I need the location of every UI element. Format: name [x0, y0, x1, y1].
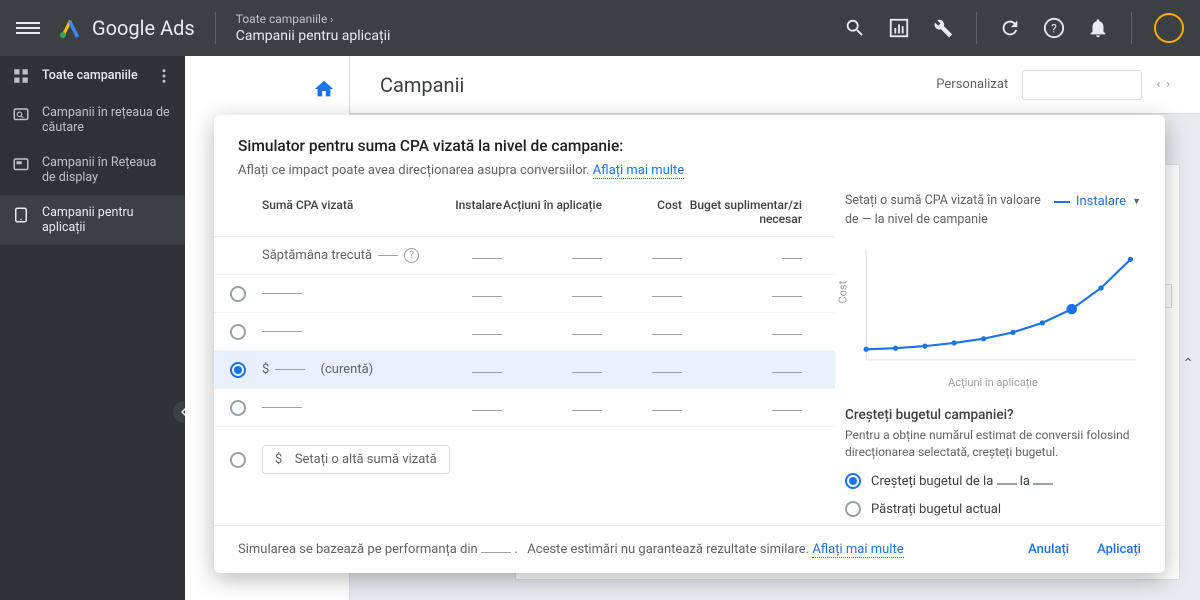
col-installs: Instalare: [422, 198, 502, 226]
radio-option[interactable]: [230, 286, 246, 302]
refresh-icon[interactable]: [999, 17, 1021, 39]
table-row-current[interactable]: $ (curentă): [214, 351, 835, 389]
table-row-custom[interactable]: $ Setați o altă sumă vizată: [214, 427, 835, 488]
help-icon[interactable]: ?: [1043, 17, 1065, 39]
display-network-icon: [12, 156, 30, 174]
set-other-target-button[interactable]: $ Setați o altă sumă vizată: [262, 445, 450, 474]
brand-text: Google Ads: [92, 16, 195, 40]
modal-footer: Simularea se bazează pe performanța din …: [214, 525, 1165, 573]
search-network-icon: [12, 106, 30, 124]
divider: [1131, 12, 1132, 44]
table-row[interactable]: [214, 275, 835, 313]
date-preset-label[interactable]: Personalizat: [936, 77, 1008, 92]
col-cost: Cost: [602, 198, 682, 226]
divider: [215, 12, 216, 44]
logo[interactable]: Google Ads: [58, 16, 195, 40]
chart-legend[interactable]: Instalare▼: [1054, 194, 1141, 209]
breadcrumb[interactable]: Toate campaniile › Campanii pentru aplic…: [236, 12, 391, 44]
tools-icon[interactable]: [932, 17, 954, 39]
chevron-up-icon[interactable]: ⌃: [1182, 356, 1194, 372]
sidebar-item-label: Campanii în rețeaua de căutare: [42, 105, 173, 135]
learn-more-link[interactable]: Aflați mai multe: [812, 542, 903, 558]
chart-y-label: Cost: [837, 280, 850, 303]
col-inapp: Acțiuni în aplicație: [502, 198, 602, 226]
help-icon[interactable]: ?: [404, 248, 419, 263]
avatar[interactable]: [1154, 13, 1184, 43]
svg-text:?: ?: [1051, 22, 1057, 36]
breadcrumb-sub[interactable]: Campanii pentru aplicații: [236, 28, 391, 44]
cpa-simulator-modal: Simulator pentru suma CPA vizată la nive…: [214, 115, 1165, 573]
top-bar: Google Ads Toate campaniile › Campanii p…: [0, 0, 1200, 56]
sidebar-item-app[interactable]: Campanii pentru aplicații: [0, 195, 185, 245]
reports-icon[interactable]: [888, 17, 910, 39]
page-title: Campanii: [380, 73, 464, 97]
table-row[interactable]: [214, 389, 835, 427]
page-header: Campanii Personalizat ‹ ›: [350, 56, 1200, 114]
sidebar-item-search[interactable]: Campanii în rețeaua de căutare: [0, 95, 185, 145]
table-row[interactable]: [214, 313, 835, 351]
cancel-button[interactable]: Anulați: [1028, 542, 1069, 557]
chart-x-label: Acțiuni în aplicație: [845, 376, 1141, 389]
table-row-lastweek: Săptămâna trecută ?: [214, 237, 835, 275]
budget-option-increase[interactable]: Creșteți bugetul de la la: [845, 473, 1141, 489]
more-icon[interactable]: [155, 67, 173, 85]
budget-option-keep[interactable]: Păstrați bugetul actual: [845, 501, 1141, 517]
notifications-icon[interactable]: [1087, 17, 1109, 39]
sidebar-item-label: Campanii pentru aplicații: [42, 205, 173, 235]
table-header: Sumă CPA vizată Instalare Acțiuni în apl…: [214, 192, 835, 237]
next-icon[interactable]: ›: [1166, 77, 1170, 92]
radio-option[interactable]: [230, 324, 246, 340]
sidebar-item-display[interactable]: Campanii în Rețeaua de display: [0, 145, 185, 195]
radio-option-selected[interactable]: [230, 362, 246, 378]
modal-subtitle: Aflați ce impact poate avea direcționare…: [238, 163, 1141, 178]
modal-title: Simulator pentru suma CPA vizată la nive…: [238, 137, 1141, 155]
search-icon[interactable]: [844, 17, 866, 39]
prev-icon[interactable]: ‹: [1156, 77, 1160, 92]
google-ads-icon: [58, 16, 82, 40]
modal-side-panel: Instalare▼ Setați o sumă CPA vizată în v…: [835, 192, 1165, 517]
radio-option[interactable]: [230, 452, 246, 468]
app-campaign-icon: [12, 206, 30, 224]
home-icon[interactable]: [313, 78, 335, 100]
apply-button[interactable]: Aplicați: [1097, 542, 1141, 557]
sidebar: Toate campaniile Campanii în rețeaua de …: [0, 56, 185, 600]
sidebar-item-label: Campanii în Rețeaua de display: [42, 155, 173, 185]
col-cpa: Sumă CPA vizată: [262, 198, 422, 226]
grid-icon: [12, 67, 30, 85]
radio-option[interactable]: [230, 400, 246, 416]
divider: [976, 12, 977, 44]
breadcrumb-top[interactable]: Toate campaniile: [236, 12, 328, 26]
date-range-select[interactable]: [1022, 70, 1142, 100]
hamburger-menu-icon[interactable]: [16, 16, 40, 40]
budget-subtext: Pentru a obține numărul estimat de conve…: [845, 427, 1141, 462]
learn-more-link[interactable]: Aflați mai multe: [593, 163, 684, 179]
col-budget: Buget suplimentar/zi necesar: [682, 198, 802, 226]
top-right-tools: ?: [844, 12, 1184, 44]
budget-question: Creșteți bugetul campaniei?: [845, 407, 1141, 423]
sidebar-item-label: Toate campaniile: [42, 68, 138, 83]
simulator-table: Sumă CPA vizată Instalare Acțiuni în apl…: [214, 192, 835, 517]
sidebar-item-all-campaigns[interactable]: Toate campaniile: [0, 56, 185, 95]
cost-chart: Cost: [845, 242, 1141, 372]
